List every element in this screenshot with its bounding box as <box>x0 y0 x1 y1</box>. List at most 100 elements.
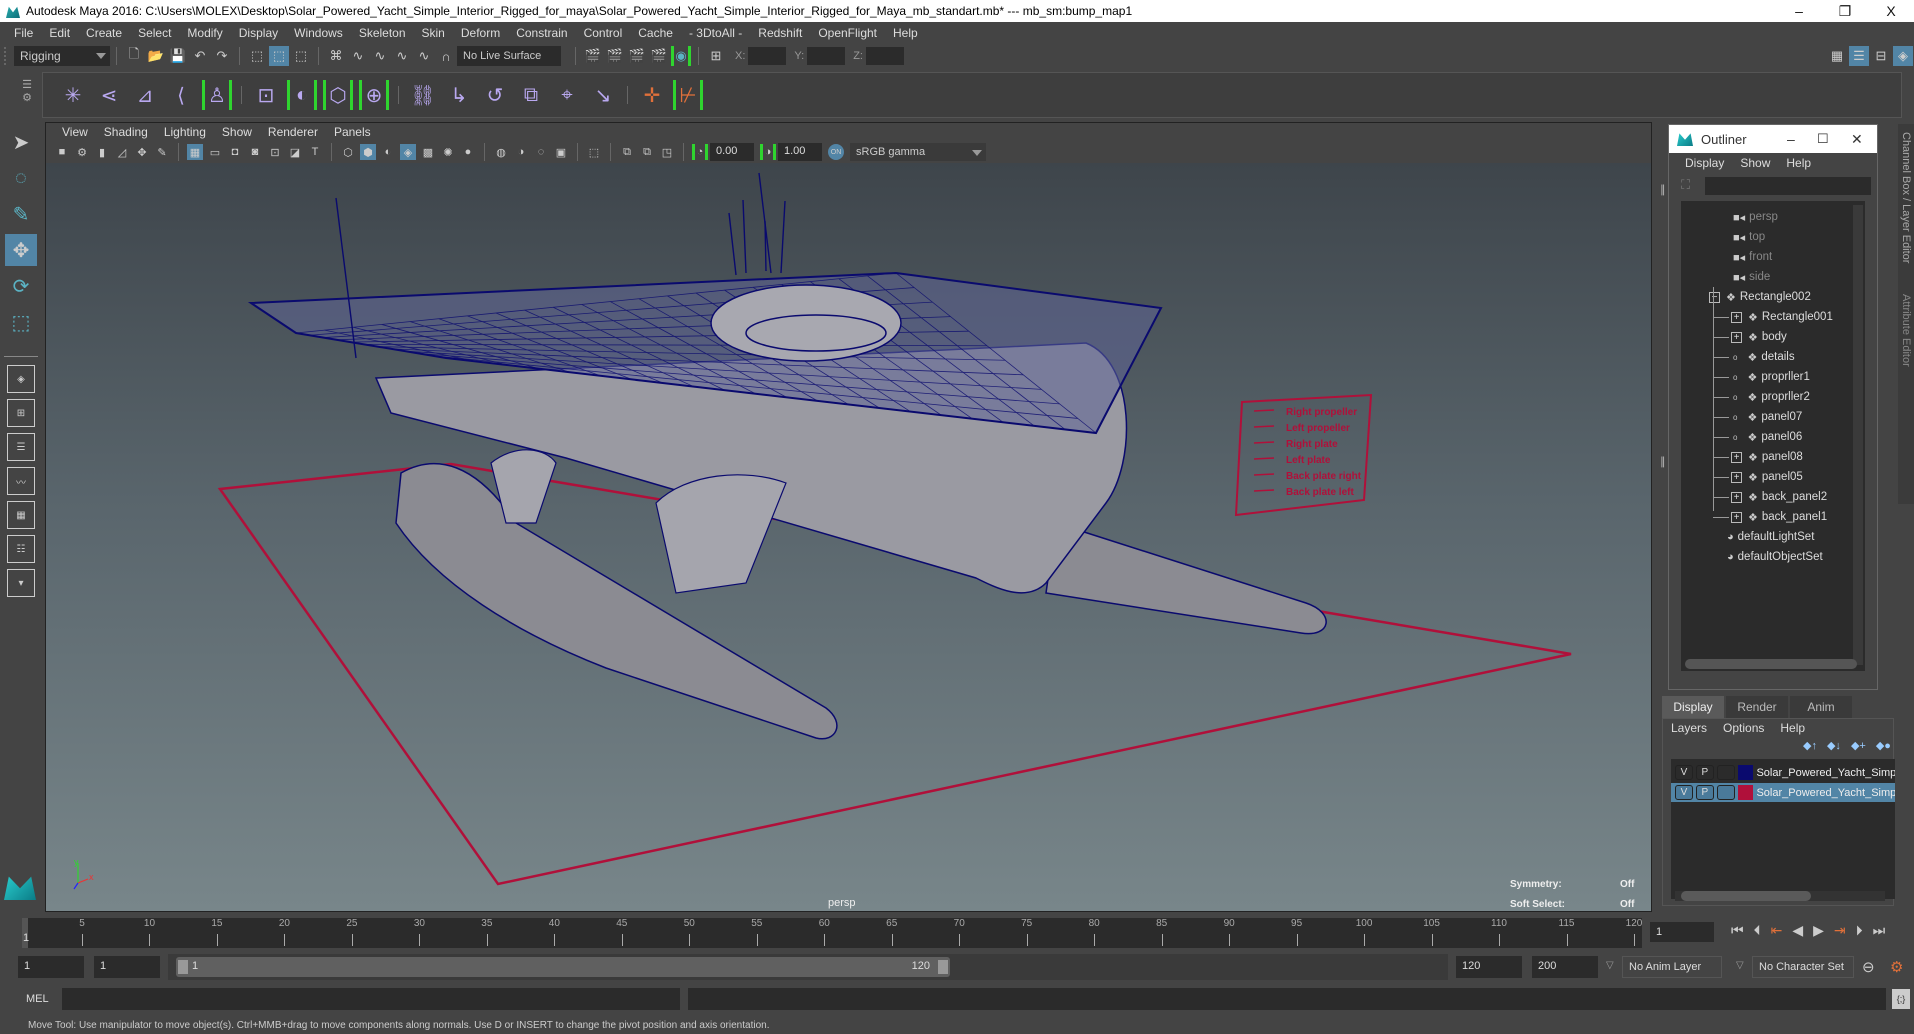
save-scene-icon[interactable]: 💾 <box>168 46 188 66</box>
help-menu[interactable]: Help <box>1772 721 1813 735</box>
humanik-icon[interactable]: ♙ <box>202 80 232 110</box>
mel-label[interactable]: MEL <box>26 993 49 1005</box>
viewport-menu-renderer[interactable]: Renderer <box>260 125 326 139</box>
current-frame-field[interactable]: 1 <box>1650 922 1714 942</box>
outliner-item[interactable]: o ❖ proprller2 <box>1713 387 1810 407</box>
expand-icon[interactable]: + <box>1731 331 1742 343</box>
gamma-icon[interactable]: ◑ <box>760 144 776 160</box>
outliner-item[interactable]: o ❖ panel07 <box>1713 407 1802 427</box>
gate-mask-icon[interactable]: ◙ <box>247 144 263 160</box>
live-surface-field[interactable]: No Live Surface <box>457 46 561 66</box>
viewport-menu-lighting[interactable]: Lighting <box>156 125 214 139</box>
next-key-icon[interactable]: ⇥ <box>1834 922 1846 939</box>
smooth-shade-icon[interactable]: ⬢ <box>360 144 376 160</box>
grip-handle[interactable] <box>4 47 10 65</box>
open-scene-icon[interactable]: 📂 <box>146 46 166 66</box>
outliner-menu-help[interactable]: Help <box>1778 156 1819 170</box>
xray-icon[interactable]: ⧉ <box>619 144 635 160</box>
create-joints-icon[interactable]: ✳ <box>58 80 88 110</box>
menuset-dropdown[interactable]: Rigging <box>14 46 110 66</box>
hypershade-layout-icon[interactable]: ▦ <box>7 501 35 529</box>
outliner-horizontal-scrollbar[interactable] <box>1685 659 1857 669</box>
y-field[interactable] <box>807 47 846 65</box>
channel-box-tab[interactable]: Channel Box / Layer Editor <box>1900 132 1912 263</box>
viewport-menu-view[interactable]: View <box>54 125 96 139</box>
default-material-icon[interactable]: ◐ <box>380 144 396 160</box>
playback-end-field[interactable]: 120 <box>1456 956 1522 978</box>
menu-windows[interactable]: Windows <box>286 26 351 40</box>
snap-view-icon[interactable]: ∿ <box>392 46 412 66</box>
menu-deform[interactable]: Deform <box>453 26 508 40</box>
layers-menu[interactable]: Layers <box>1663 721 1715 735</box>
time-slider-bar[interactable]: 1 5 10 15 20 25 30 35 40 45 50 55 60 65 70 75 80 85 90 95 1… <box>22 918 1642 948</box>
anim-start-field[interactable]: 1 <box>18 956 84 978</box>
resolution-gate-icon[interactable]: ◘ <box>227 144 243 160</box>
outliner-item[interactable]: ■◂ top <box>1733 227 1765 247</box>
safe-title-icon[interactable]: T <box>307 144 323 160</box>
bind-skin-icon[interactable]: ◐ <box>287 80 317 110</box>
close-button[interactable]: X <box>1868 0 1914 22</box>
outliner-item[interactable]: o ❖ details <box>1713 347 1795 367</box>
tool-settings-icon[interactable]: ⊟ <box>1871 46 1891 66</box>
outliner-close-button[interactable]: ✕ <box>1851 131 1863 148</box>
move-layer-down-icon[interactable]: ◆↓ <box>1827 739 1841 752</box>
image-plane-icon[interactable]: ◿ <box>114 144 130 160</box>
scale-tool-icon[interactable]: ⬚ <box>5 306 37 338</box>
tab-display[interactable]: Display <box>1662 696 1724 718</box>
new-layer-selected-icon[interactable]: ◆● <box>1876 739 1891 752</box>
snap-point-icon[interactable]: ∿ <box>370 46 390 66</box>
collapse-icon[interactable]: − <box>1709 291 1720 303</box>
playback-toggle[interactable]: P <box>1695 785 1714 800</box>
locator-icon[interactable]: ✛ <box>637 80 667 110</box>
layer-color-swatch[interactable] <box>1737 785 1754 800</box>
menu-skin[interactable]: Skin <box>414 26 453 40</box>
anti-aliasing-icon[interactable]: ◌ <box>533 144 549 160</box>
parent-constraint-icon[interactable]: ⛓ <box>408 80 438 110</box>
z-field[interactable] <box>865 47 904 65</box>
select-tool-icon[interactable]: ➤ <box>5 126 37 158</box>
outliner-item[interactable]: o ❖ panel06 <box>1713 427 1802 447</box>
expand-icon[interactable]: + <box>1731 471 1742 483</box>
expand-icon[interactable]: + <box>1731 491 1742 503</box>
point-constraint-icon[interactable]: ↳ <box>444 80 474 110</box>
color-management-toggle-icon[interactable]: ON <box>828 144 844 160</box>
lasso-tool-icon[interactable]: ◌ <box>5 162 37 194</box>
new-scene-icon[interactable]: 🗋 <box>124 46 144 66</box>
range-start-grip[interactable] <box>178 960 188 974</box>
layer-row[interactable]: V P Solar_Powered_Yacht_Simp <box>1671 763 1895 782</box>
channel-box-toggle-icon[interactable]: ◈ <box>1893 46 1913 66</box>
outliner-item[interactable]: + ❖ body <box>1713 327 1787 347</box>
orient-constraint-icon[interactable]: ↺ <box>480 80 510 110</box>
viewport-canvas[interactable]: Right propeller Left propeller Right plate… <box>46 163 1651 911</box>
gamma-field[interactable]: 1.00 <box>778 143 822 161</box>
expand-icon[interactable]: + <box>1731 311 1742 323</box>
anim-layer-dropdown[interactable]: No Anim Layer <box>1622 956 1722 978</box>
outliner-minimize-button[interactable]: – <box>1787 131 1795 147</box>
snap-surface-icon[interactable]: ∿ <box>414 46 434 66</box>
outliner-item[interactable]: ■◂ persp <box>1733 207 1778 227</box>
outliner-search-input[interactable] <box>1705 177 1871 195</box>
anim-end-field[interactable]: 200 <box>1532 956 1598 978</box>
menu-display[interactable]: Display <box>231 26 286 40</box>
render-view-icon[interactable]: 🎬 <box>583 46 603 66</box>
visibility-toggle[interactable]: V <box>1675 765 1693 780</box>
menu-create[interactable]: Create <box>78 26 130 40</box>
layer-row[interactable]: V P Solar_Powered_Yacht_Simp <box>1671 783 1895 802</box>
camera-attributes-icon[interactable]: ⚙ <box>74 144 90 160</box>
redo-icon[interactable]: ↷ <box>212 46 232 66</box>
paint-weights-icon[interactable]: ⊡ <box>251 80 281 110</box>
anim-layer-chevron-icon[interactable]: ▽ <box>1606 960 1614 971</box>
play-backward-icon[interactable]: ◀ <box>1792 922 1803 939</box>
mel-input[interactable] <box>62 988 680 1010</box>
character-set-dropdown[interactable]: No Character Set <box>1752 956 1854 978</box>
wireframe-on-shaded-icon[interactable]: ◈ <box>400 144 416 160</box>
attribute-editor-toggle-icon[interactable]: ☰ <box>1849 46 1869 66</box>
go-to-start-icon[interactable]: ⏮ <box>1731 922 1744 939</box>
outliner-item[interactable]: + ❖ panel08 <box>1713 447 1803 467</box>
grid-icon[interactable]: ▦ <box>187 144 203 160</box>
outliner-item[interactable]: + ❖ panel05 <box>1713 467 1803 487</box>
outliner-item[interactable]: + ❖ Rectangle001 <box>1713 307 1833 327</box>
script-editor-icon[interactable]: {;} <box>1892 989 1910 1009</box>
playback-toggle[interactable]: P <box>1695 765 1714 780</box>
outliner-item[interactable]: ■◂ front <box>1733 247 1772 267</box>
